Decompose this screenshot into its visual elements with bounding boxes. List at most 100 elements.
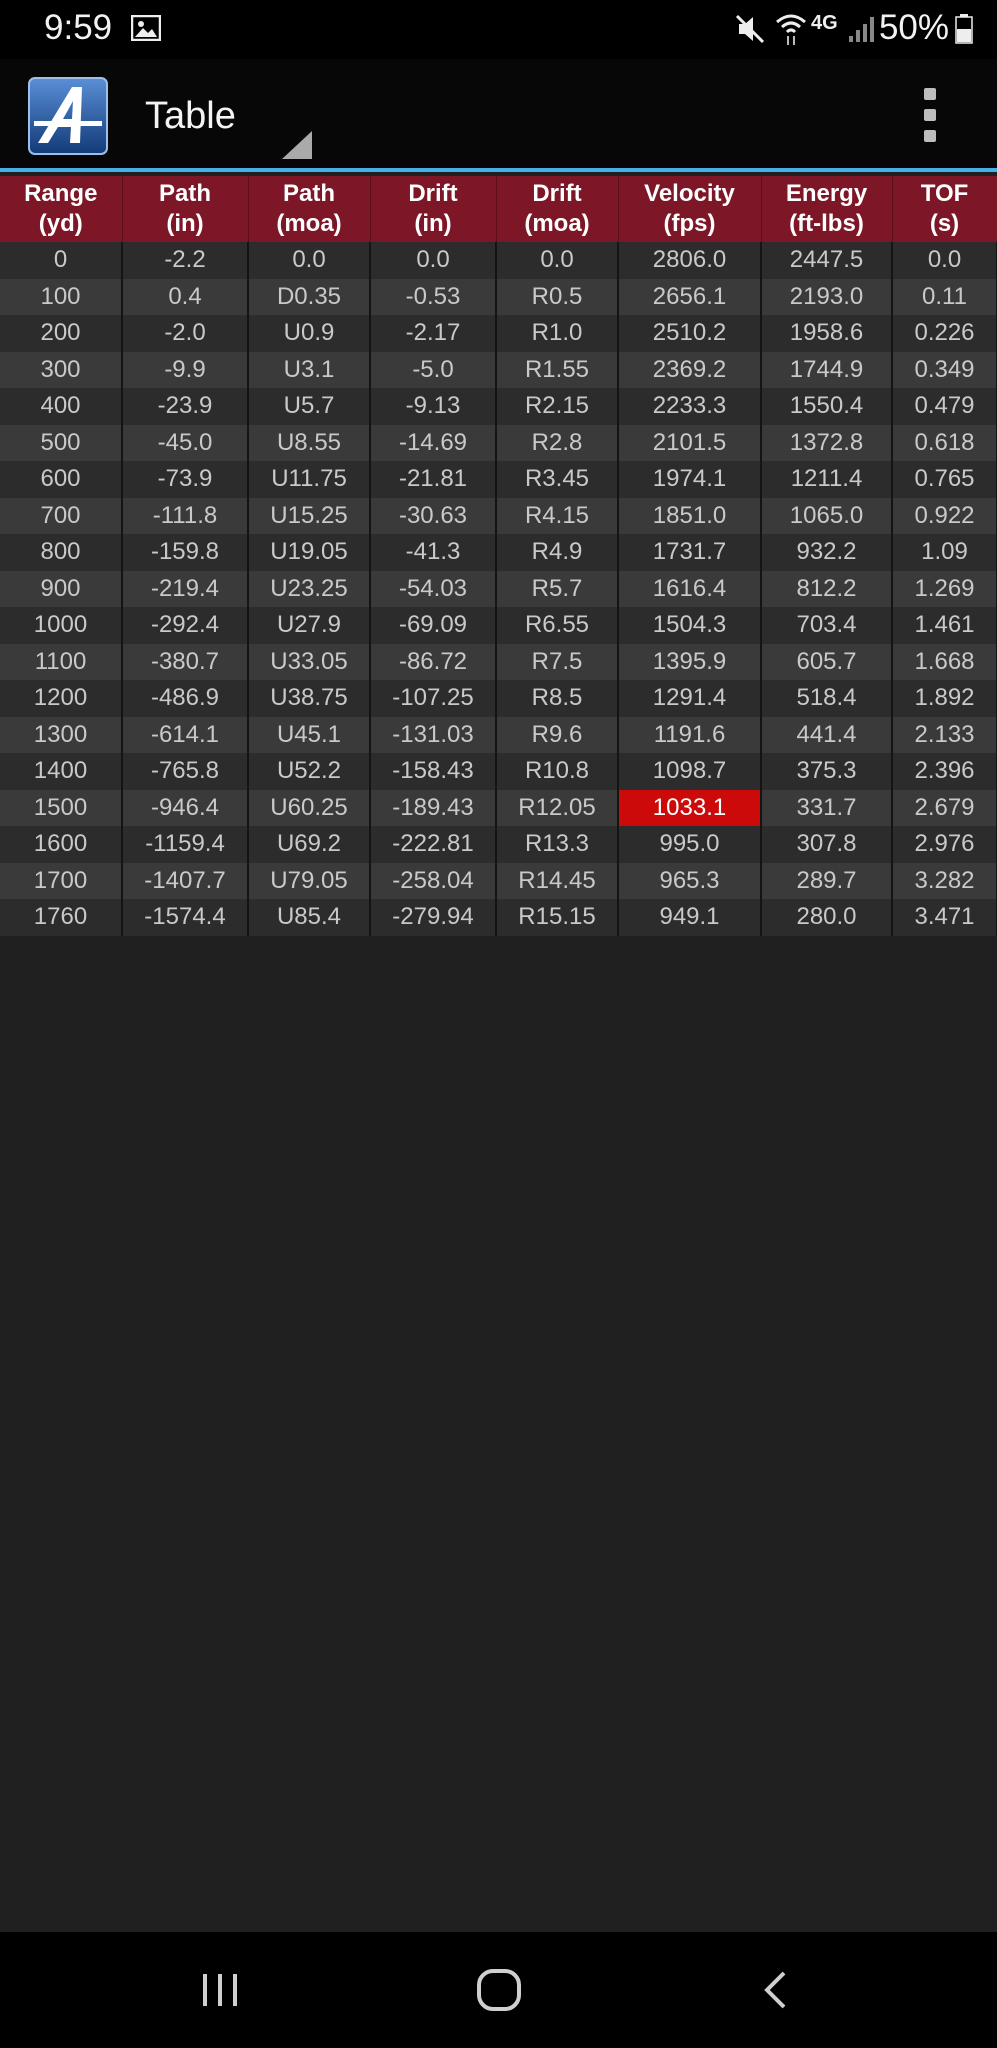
table-cell: 1291.4 bbox=[618, 680, 762, 717]
navigation-bar bbox=[0, 1932, 997, 2048]
table-cell: 1191.6 bbox=[618, 716, 762, 753]
back-icon[interactable] bbox=[762, 1970, 788, 2010]
table-cell: -946.4 bbox=[122, 789, 249, 826]
table-body: 0 -2.2 0.0 0.0 0.0 2806.0 2447.5 0.0 100 0.4 D0.35… bbox=[0, 242, 997, 936]
dropdown-indicator-icon[interactable] bbox=[282, 131, 312, 159]
table-row[interactable]: 1600 -1159.4 U69.2 -222.81 R13.3 995.0 307.8 2.… bbox=[0, 826, 997, 863]
table-row[interactable]: 600 -73.9 U11.75 -21.81 R3.45 1974.1 1211.4 0.7… bbox=[0, 461, 997, 498]
table-cell: -5.0 bbox=[370, 351, 497, 388]
table-cell: -2.0 bbox=[122, 315, 249, 352]
table-cell: U23.25 bbox=[248, 570, 371, 607]
table-cell: 2.396 bbox=[892, 753, 997, 790]
table-cell: -30.63 bbox=[370, 497, 497, 534]
table-cell: U45.1 bbox=[248, 716, 371, 753]
table-cell: R4.15 bbox=[496, 497, 619, 534]
table-cell: 0.0 bbox=[370, 242, 497, 279]
column-header-label: Path bbox=[282, 180, 335, 207]
table-cell: 100 bbox=[0, 278, 123, 315]
table-cell: -0.53 bbox=[370, 278, 497, 315]
table-cell: U69.2 bbox=[248, 826, 371, 863]
table-cell: 1600 bbox=[0, 826, 123, 863]
column-header-unit: (fps) bbox=[663, 210, 716, 237]
table-row[interactable]: 400 -23.9 U5.7 -9.13 R2.15 2233.3 1550.4 0.479 bbox=[0, 388, 997, 425]
table-row[interactable]: 100 0.4 D0.35 -0.53 R0.5 2656.1 2193.0 0.11 bbox=[0, 278, 997, 315]
table-cell: 2510.2 bbox=[618, 315, 762, 352]
table-cell: 1400 bbox=[0, 753, 123, 790]
table-cell: -9.9 bbox=[122, 351, 249, 388]
status-bar: 9:59 4G 50% bbox=[0, 0, 997, 59]
table-cell: 0.349 bbox=[892, 351, 997, 388]
table-cell: 0.765 bbox=[892, 461, 997, 498]
app-bar-divider bbox=[0, 168, 997, 172]
table-cell: R2.15 bbox=[496, 388, 619, 425]
table-row[interactable]: 1500 -946.4 U60.25 -189.43 R12.05 1033.1 331.7… bbox=[0, 789, 997, 826]
column-header-label: Velocity bbox=[644, 180, 735, 207]
table-cell: -219.4 bbox=[122, 570, 249, 607]
table-row[interactable]: 1700 -1407.7 U79.05 -258.04 R14.45 965.3 289.7… bbox=[0, 862, 997, 899]
table-cell: U52.2 bbox=[248, 753, 371, 790]
table-cell: 1760 bbox=[0, 899, 123, 936]
table-cell: -765.8 bbox=[122, 753, 249, 790]
table-cell: R2.8 bbox=[496, 424, 619, 461]
table-cell: 0.618 bbox=[892, 424, 997, 461]
table-row[interactable]: 1300 -614.1 U45.1 -131.03 R9.6 1191.6 441.4 2.1… bbox=[0, 716, 997, 753]
table-cell: 1.461 bbox=[892, 607, 997, 644]
table-row[interactable]: 1100 -380.7 U33.05 -86.72 R7.5 1395.9 605.7 1.6… bbox=[0, 643, 997, 680]
table-row[interactable]: 1760 -1574.4 U85.4 -279.94 R15.15 949.1 280.0 3… bbox=[0, 899, 997, 936]
dot-icon bbox=[924, 130, 936, 142]
table-cell: 2447.5 bbox=[761, 242, 893, 279]
app-logo-icon[interactable] bbox=[28, 77, 108, 155]
table-cell: 2.976 bbox=[892, 826, 997, 863]
column-header-label: Drift bbox=[408, 180, 458, 207]
table-cell: 1000 bbox=[0, 607, 123, 644]
table-cell: -158.43 bbox=[370, 753, 497, 790]
table-cell: R1.55 bbox=[496, 351, 619, 388]
table-cell: R4.9 bbox=[496, 534, 619, 571]
column-header: Energy (ft-lbs) bbox=[761, 176, 893, 242]
table-row[interactable]: 1000 -292.4 U27.9 -69.09 R6.55 1504.3 703.4 1.4… bbox=[0, 607, 997, 644]
table-cell: R0.5 bbox=[496, 278, 619, 315]
table-cell: 1550.4 bbox=[761, 388, 893, 425]
table-cell: 300 bbox=[0, 351, 123, 388]
table-row[interactable]: 300 -9.9 U3.1 -5.0 R1.55 2369.2 1744.9 0.349 bbox=[0, 351, 997, 388]
table-cell: D0.35 bbox=[248, 278, 371, 315]
table-row[interactable]: 500 -45.0 U8.55 -14.69 R2.8 2101.5 1372.8 0.618 bbox=[0, 424, 997, 461]
table-cell: R10.8 bbox=[496, 753, 619, 790]
recent-apps-icon[interactable] bbox=[200, 1972, 240, 2008]
table-cell: -1574.4 bbox=[122, 899, 249, 936]
table-cell: R12.05 bbox=[496, 789, 619, 826]
table-cell: 0.226 bbox=[892, 315, 997, 352]
table-cell: 2806.0 bbox=[618, 242, 762, 279]
table-cell: -292.4 bbox=[122, 607, 249, 644]
table-cell: -159.8 bbox=[122, 534, 249, 571]
table-row[interactable]: 900 -219.4 U23.25 -54.03 R5.7 1616.4 812.2 1.26… bbox=[0, 570, 997, 607]
column-header-unit: (moa) bbox=[276, 210, 342, 237]
table-row[interactable]: 1200 -486.9 U38.75 -107.25 R8.5 1291.4 518.4 1.… bbox=[0, 680, 997, 717]
home-icon[interactable] bbox=[476, 1968, 522, 2012]
table-cell: 965.3 bbox=[618, 862, 762, 899]
table-row[interactable]: 0 -2.2 0.0 0.0 0.0 2806.0 2447.5 0.0 bbox=[0, 242, 997, 279]
table-cell: 1744.9 bbox=[761, 351, 893, 388]
table-cell: R7.5 bbox=[496, 643, 619, 680]
table-cell: 2101.5 bbox=[618, 424, 762, 461]
table-cell: 995.0 bbox=[618, 826, 762, 863]
table-cell: R3.45 bbox=[496, 461, 619, 498]
table-row[interactable]: 1400 -765.8 U52.2 -158.43 R10.8 1098.7 375.3 2.… bbox=[0, 753, 997, 790]
table-cell: -107.25 bbox=[370, 680, 497, 717]
table-cell: 200 bbox=[0, 315, 123, 352]
table-cell: -1407.7 bbox=[122, 862, 249, 899]
table-cell: U3.1 bbox=[248, 351, 371, 388]
table-cell: 932.2 bbox=[761, 534, 893, 571]
overflow-menu-button[interactable] bbox=[915, 88, 945, 142]
table-cell: -380.7 bbox=[122, 643, 249, 680]
table-row[interactable]: 200 -2.0 U0.9 -2.17 R1.0 2510.2 1958.6 0.226 bbox=[0, 315, 997, 352]
table-row[interactable]: 800 -159.8 U19.05 -41.3 R4.9 1731.7 932.2 1.09 bbox=[0, 534, 997, 571]
column-header-unit: (s) bbox=[929, 210, 960, 237]
table-cell: R15.15 bbox=[496, 899, 619, 936]
table-cell: -189.43 bbox=[370, 789, 497, 826]
column-header-label: Path bbox=[158, 180, 211, 207]
column-header: Path (moa) bbox=[248, 176, 371, 242]
page-title[interactable]: Table bbox=[145, 95, 236, 138]
table-cell: R9.6 bbox=[496, 716, 619, 753]
table-row[interactable]: 700 -111.8 U15.25 -30.63 R4.15 1851.0 1065.0 0.… bbox=[0, 497, 997, 534]
